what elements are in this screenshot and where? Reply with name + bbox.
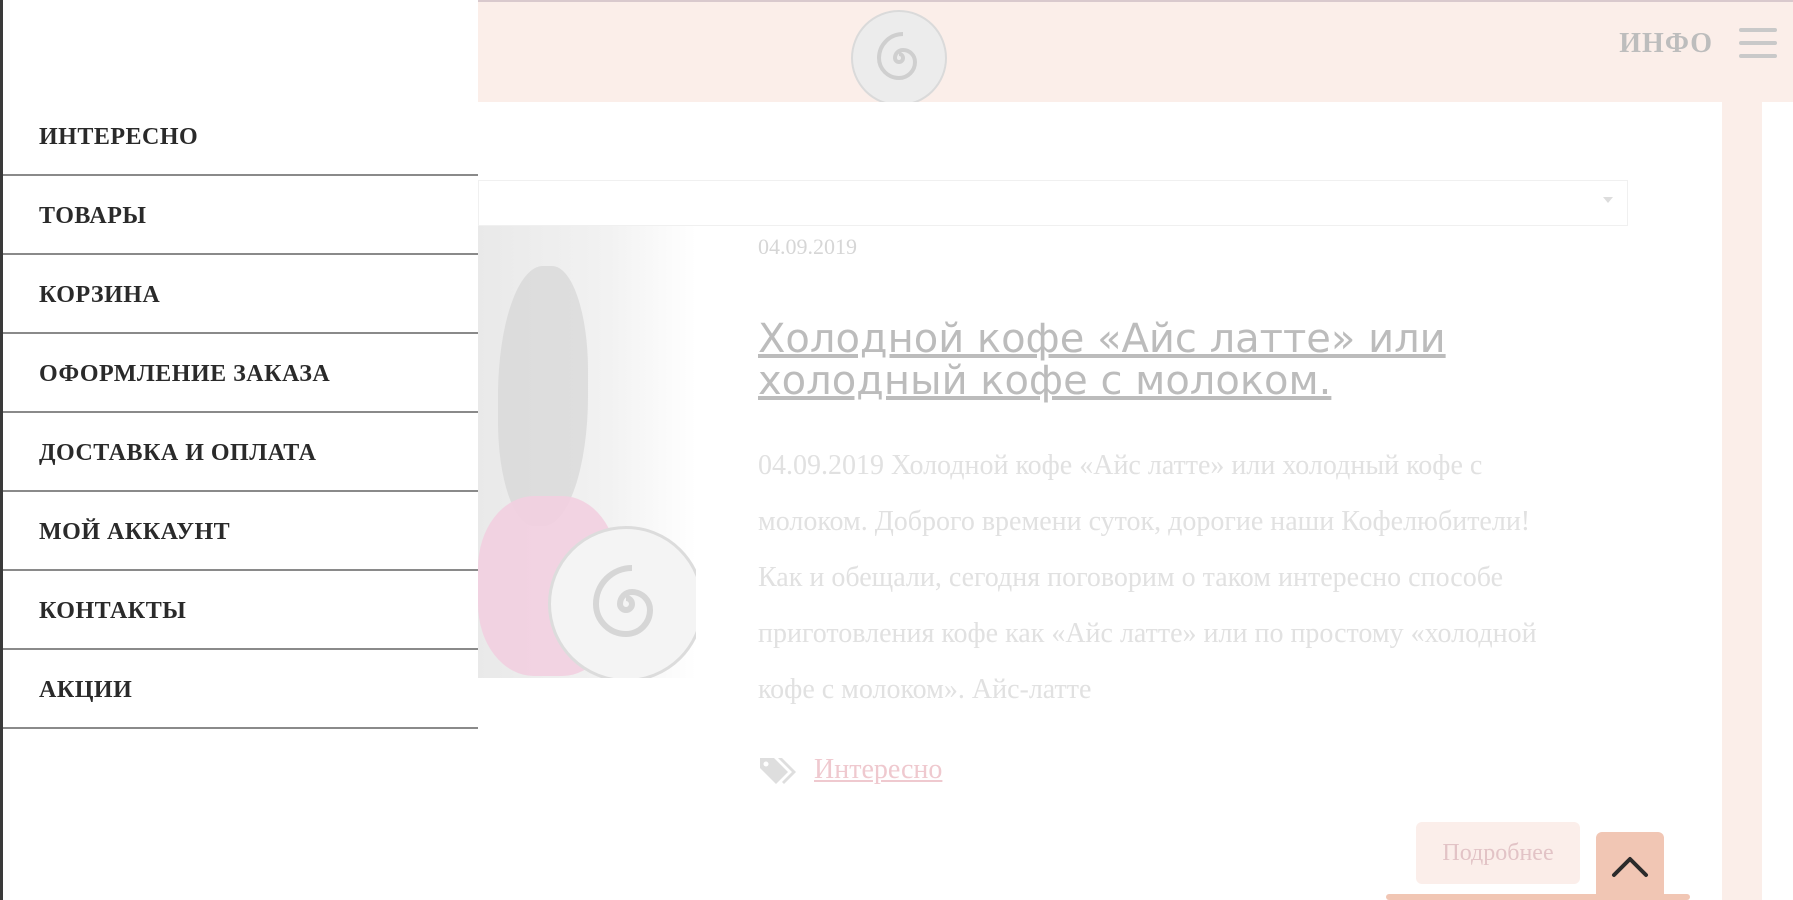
menu-item-checkout[interactable]: ОФОРМЛЕНИЕ ЗАКАЗА — [3, 337, 478, 413]
post-tags: Интересно — [758, 754, 942, 786]
post-date: 04.09.2019 — [758, 234, 857, 259]
post-title-link[interactable]: Холодной кофе «Айс латте» или холодный к… — [758, 318, 1578, 402]
tags-icon — [760, 758, 796, 784]
menu-item-contacts[interactable]: КОНТАКТЫ — [3, 574, 478, 650]
spiral-seal-icon — [548, 526, 696, 678]
spiral-logo-icon[interactable] — [851, 10, 947, 106]
hamburger-line — [1739, 54, 1777, 58]
menu-item-promotions[interactable]: АКЦИИ — [3, 653, 478, 729]
bottom-accent-bar — [1386, 894, 1690, 900]
menu-item-korzina[interactable]: КОРЗИНА — [3, 258, 478, 334]
chevron-down-icon — [1603, 197, 1613, 203]
menu-list: ИНТЕРЕСНО ТОВАРЫ КОРЗИНА ОФОРМЛЕНИЕ ЗАКА… — [3, 100, 478, 732]
read-more-button[interactable]: Подробнее — [1416, 822, 1580, 884]
menu-item-interesno[interactable]: ИНТЕРЕСНО — [3, 100, 478, 176]
info-link[interactable]: ИНФО — [1619, 28, 1713, 60]
menu-item-account[interactable]: МОЙ АККАУНТ — [3, 495, 478, 571]
chevron-up-icon — [1612, 857, 1648, 877]
thumbnail-leaf-shape — [498, 266, 588, 526]
hamburger-line — [1739, 28, 1777, 32]
post-excerpt: 04.09.2019 Холодной кофе «Айс латте» или… — [758, 450, 1537, 705]
hamburger-icon[interactable] — [1739, 28, 1777, 58]
scroll-to-top-button[interactable] — [1596, 832, 1664, 900]
category-select[interactable] — [478, 180, 1628, 226]
hamburger-line — [1739, 41, 1777, 45]
menu-item-delivery[interactable]: ДОСТАВКА И ОПЛАТА — [3, 416, 478, 492]
post-thumbnail[interactable] — [478, 226, 696, 678]
side-strip — [1722, 102, 1762, 900]
slide-out-menu: ИНТЕРЕСНО ТОВАРЫ КОРЗИНА ОФОРМЛЕНИЕ ЗАКА… — [0, 0, 478, 900]
menu-item-tovary[interactable]: ТОВАРЫ — [3, 179, 478, 255]
tag-link[interactable]: Интересно — [814, 754, 942, 786]
